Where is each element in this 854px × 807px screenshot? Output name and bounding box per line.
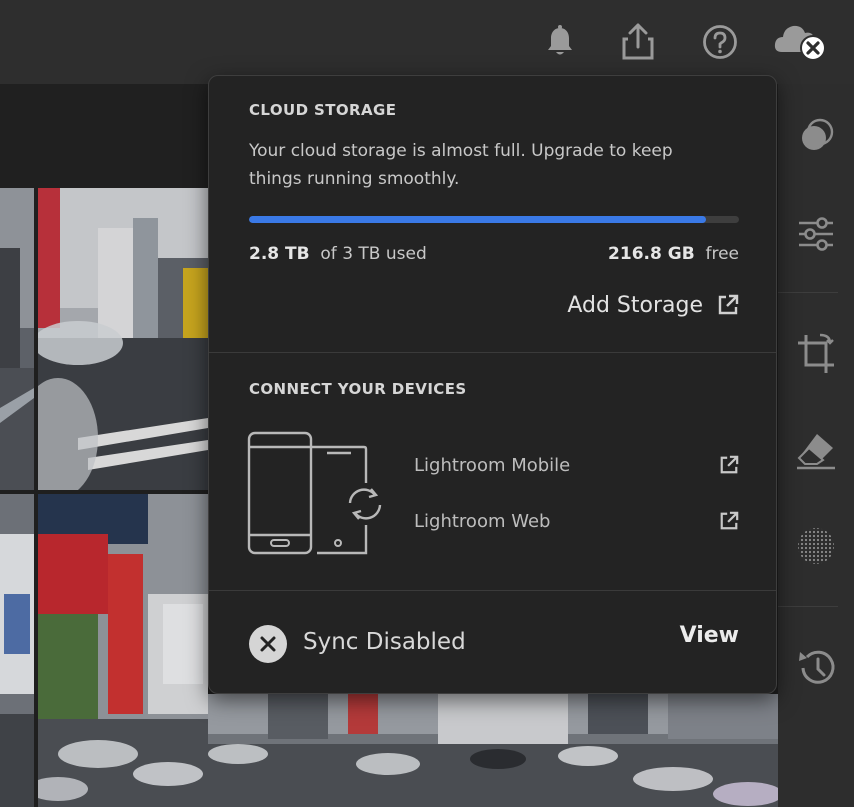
sync-status-row: Sync Disabled View	[249, 623, 739, 665]
section-divider	[209, 590, 776, 591]
lightroom-mobile-link[interactable]: Lightroom Mobile	[414, 450, 739, 480]
storage-used-suffix: of 3 TB used	[320, 244, 427, 264]
eraser-icon[interactable]	[778, 422, 854, 478]
storage-usage-row: 2.8 TB of 3 TB used 216.8 GB free	[249, 244, 739, 268]
share-icon[interactable]	[618, 22, 658, 62]
mask-icon[interactable]	[778, 108, 854, 164]
add-storage-label: Add Storage	[567, 292, 703, 318]
cloud-storage-heading: CLOUD STORAGE	[249, 101, 397, 119]
external-link-icon	[718, 294, 739, 315]
dots-circle-icon[interactable]	[778, 518, 854, 574]
sync-status-label: Sync Disabled	[303, 629, 466, 655]
storage-used-value: 2.8 TB	[249, 244, 310, 264]
panel-divider	[778, 292, 838, 293]
external-link-icon	[720, 511, 739, 530]
history-icon[interactable]	[778, 640, 854, 696]
cloud-error-icon[interactable]	[772, 22, 828, 62]
lightroom-web-link[interactable]: Lightroom Web	[414, 506, 739, 536]
bell-icon[interactable]	[540, 22, 580, 62]
connect-devices-heading: CONNECT YOUR DEVICES	[249, 380, 467, 398]
view-button[interactable]: View	[680, 623, 739, 648]
storage-free: 216.8 GB free	[608, 244, 739, 264]
edit-tools-panel	[778, 84, 854, 807]
add-storage-link[interactable]: Add Storage	[509, 290, 739, 320]
crop-icon[interactable]	[778, 326, 854, 382]
cloud-storage-section: CLOUD STORAGE Your cloud storage is almo…	[209, 76, 776, 352]
storage-used: 2.8 TB of 3 TB used	[249, 244, 427, 264]
storage-warning-message: Your cloud storage is almost full. Upgra…	[249, 141, 673, 189]
panel-divider	[778, 606, 838, 607]
photo-thumbnail[interactable]	[38, 188, 208, 490]
photo-thumbnail[interactable]	[38, 494, 208, 807]
photo-thumbnail[interactable]	[208, 694, 778, 807]
sync-disabled-icon	[249, 625, 287, 663]
lightroom-web-label: Lightroom Web	[414, 510, 551, 532]
storage-free-value: 216.8 GB	[608, 244, 695, 264]
lightroom-mobile-label: Lightroom Mobile	[414, 454, 571, 476]
photo-thumbnail[interactable]	[0, 188, 34, 490]
photo-thumbnail[interactable]	[0, 494, 34, 807]
external-link-icon	[720, 455, 739, 474]
storage-progress-bar	[249, 216, 739, 223]
storage-free-suffix: free	[705, 244, 739, 264]
cloud-storage-popover: CLOUD STORAGE Your cloud storage is almo…	[208, 75, 777, 694]
help-icon[interactable]	[700, 22, 740, 62]
sliders-icon[interactable]	[778, 206, 854, 262]
storage-progress-fill	[249, 216, 707, 223]
devices-illustration	[247, 431, 385, 555]
top-toolbar	[0, 0, 854, 84]
